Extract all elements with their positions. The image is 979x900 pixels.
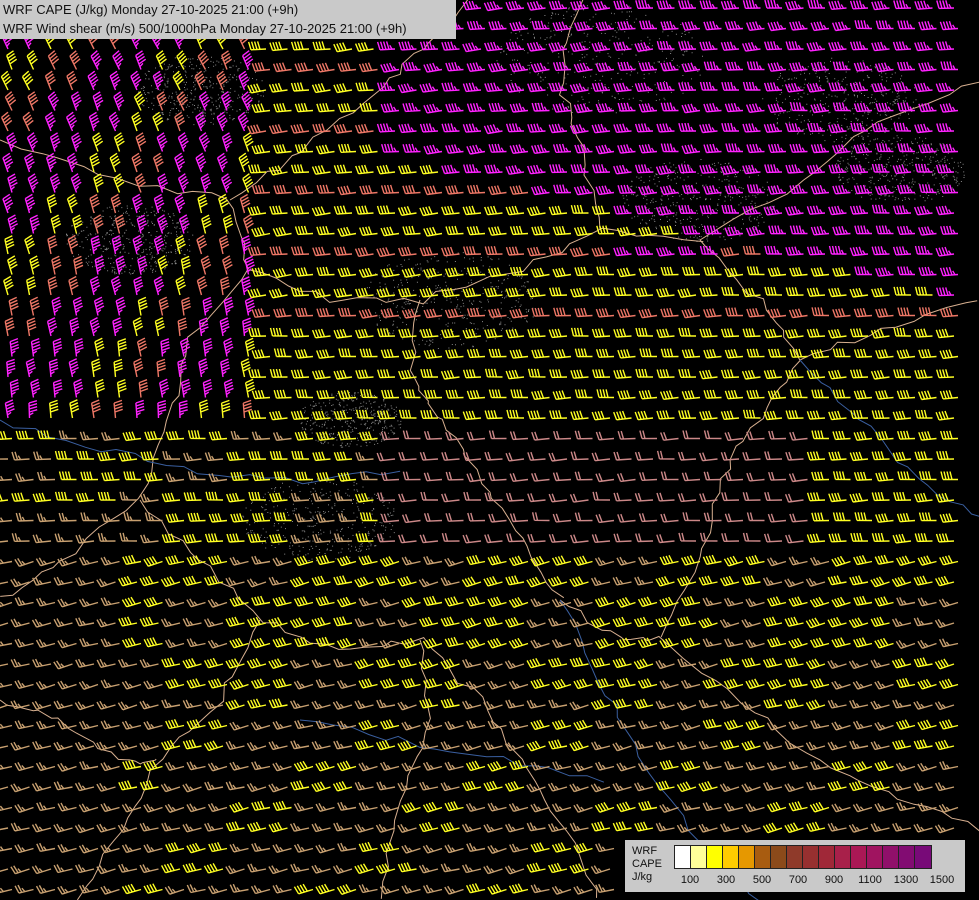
legend-swatch [915, 846, 931, 868]
legend-swatch [675, 846, 691, 868]
legend-swatch [851, 846, 867, 868]
weather-map [0, 0, 979, 900]
legend-tick-label: 900 [824, 874, 844, 886]
cape-legend: WRF CAPE J/kg 100 300 500 700 900 1100 1300 150… [625, 840, 965, 892]
legend-tick-label: 1500 [929, 874, 955, 886]
legend-tick-label: 1100 [858, 874, 882, 886]
legend-swatch [707, 846, 723, 868]
legend-swatch [883, 846, 899, 868]
legend-swatch [771, 846, 787, 868]
legend-tick-label: 700 [788, 874, 808, 886]
cape-title: WRF CAPE (J/kg) Monday 27-10-2025 21:00 … [3, 2, 299, 17]
legend-model-label: WRF [632, 845, 658, 857]
legend-swatch [899, 846, 915, 868]
wind-shear-title: WRF Wind shear (m/s) 500/1000hPa Monday … [3, 21, 407, 36]
legend-tick-labels: 100 300 500 700 900 1100 1300 1500 [674, 874, 964, 888]
legend-unit-label: J/kg [632, 871, 653, 883]
legend-tick-label: 300 [716, 874, 736, 886]
legend-tick-label: 100 [680, 874, 700, 886]
legend-swatch [803, 846, 819, 868]
legend-swatch [755, 846, 771, 868]
map-title-box: WRF CAPE (J/kg) Monday 27-10-2025 21:00 … [0, 0, 456, 39]
legend-swatch [835, 846, 851, 868]
legend-swatch [819, 846, 835, 868]
legend-color-scale [674, 845, 932, 869]
legend-swatch [739, 846, 755, 868]
legend-swatch [723, 846, 739, 868]
legend-swatch [787, 846, 803, 868]
legend-tick-label: 500 [752, 874, 772, 886]
legend-swatch [691, 846, 707, 868]
legend-labels: WRF CAPE J/kg [632, 845, 662, 884]
legend-swatch [867, 846, 883, 868]
legend-tick-label: 1300 [893, 874, 919, 886]
legend-field-label: CAPE [632, 858, 662, 870]
